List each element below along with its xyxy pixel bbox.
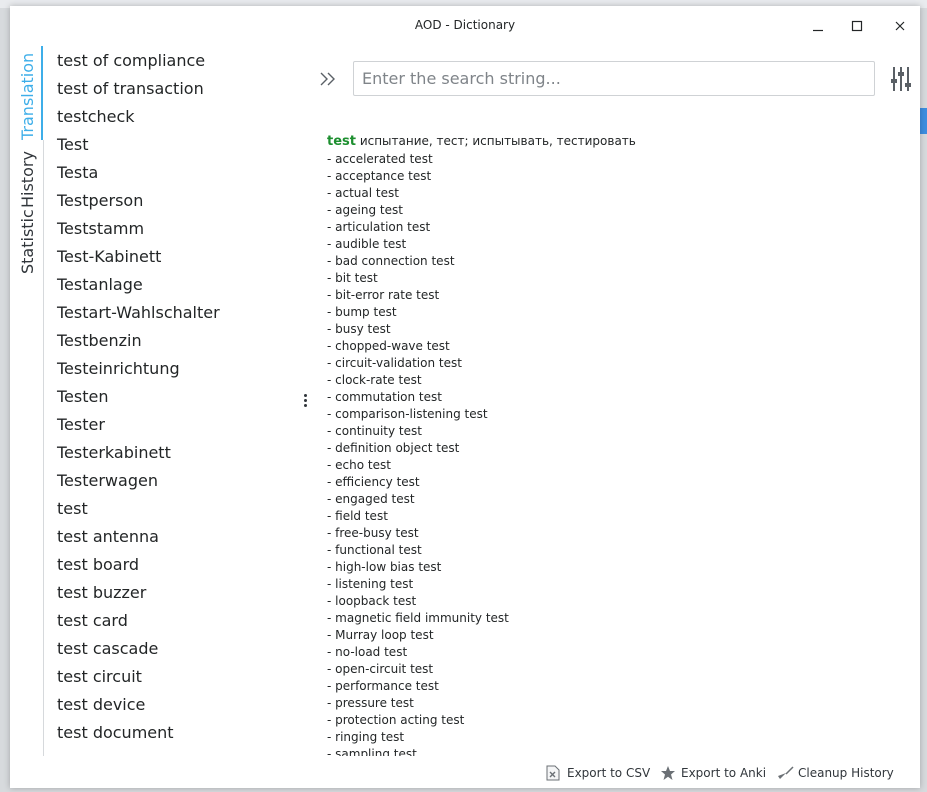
phrase-item: - continuity test: [327, 424, 422, 438]
word-list-item[interactable]: Test: [44, 131, 304, 159]
phrase-item: - commutation test: [327, 390, 442, 404]
entry-header: test испытание, тест; испытывать, тестир…: [327, 132, 907, 151]
phrase-item: - clock-rate test: [327, 373, 422, 387]
word-list-item[interactable]: Testart-Wahlschalter: [44, 299, 304, 327]
phrase-item: - efficiency test: [327, 475, 420, 489]
word-list-item[interactable]: testcheck: [44, 103, 304, 131]
phrase-item: - ringing test: [327, 730, 405, 744]
minimize-icon: [813, 29, 823, 32]
word-list-item[interactable]: test of transaction: [44, 75, 304, 103]
word-list-item[interactable]: Testbenzin: [44, 327, 304, 355]
dictionary-window: AOD - Dictionary Translation History Sta…: [10, 6, 920, 788]
word-list-item[interactable]: test of compliance: [44, 47, 304, 75]
settings-sliders-button[interactable]: [888, 64, 914, 94]
close-icon: [895, 21, 905, 31]
double-chevron-right-icon: [320, 72, 335, 86]
word-list-item[interactable]: Testen: [44, 383, 304, 411]
phrase-item: - articulation test: [327, 220, 431, 234]
active-tab-indicator: [41, 46, 43, 140]
phrase-item: - accelerated test: [327, 152, 433, 166]
word-list-item[interactable]: test board: [44, 551, 304, 579]
word-list-item[interactable]: Testperson: [44, 187, 304, 215]
cleanup-history-label: Cleanup History: [798, 766, 894, 780]
phrase-item: - high-low bias test: [327, 560, 442, 574]
word-list-item[interactable]: Test-Kabinett: [44, 243, 304, 271]
tab-statistic[interactable]: Statistic: [18, 209, 37, 274]
phrase-item: - circuit-validation test: [327, 356, 462, 370]
phrase-item: - performance test: [327, 679, 439, 693]
tab-translation[interactable]: Translation: [18, 53, 37, 140]
headword: test: [327, 134, 356, 149]
broom-icon: [778, 766, 794, 779]
phrase-item: - actual test: [327, 186, 399, 200]
phrase-item: - no-load test: [327, 645, 408, 659]
phrase-item: - field test: [327, 509, 388, 523]
background-accent: [920, 108, 927, 134]
splitter-handle[interactable]: [304, 394, 308, 410]
word-list-item[interactable]: test antenna: [44, 523, 304, 551]
maximize-button[interactable]: [845, 14, 869, 38]
export-anki-button[interactable]: Export to Anki: [660, 763, 770, 783]
phrase-item: - definition object test: [327, 441, 460, 455]
word-list-item[interactable]: Testanlage: [44, 271, 304, 299]
close-button[interactable]: [888, 14, 912, 38]
minimize-button[interactable]: [806, 14, 830, 38]
cleanup-history-button[interactable]: Cleanup History: [777, 763, 907, 783]
phrase-item: - engaged test: [327, 492, 415, 506]
phrase-item: - echo test: [327, 458, 391, 472]
word-list[interactable]: test of compliance test of transaction tes…: [44, 47, 304, 754]
phrase-item: - sampling test: [327, 747, 417, 756]
word-list-item[interactable]: test cascade: [44, 635, 304, 663]
phrase-item: - bit test: [327, 271, 378, 285]
phrase-item: - pressure test: [327, 696, 414, 710]
phrase-item: - ageing test: [327, 203, 403, 217]
phrase-item: - acceptance test: [327, 169, 432, 183]
word-list-item[interactable]: Teststamm: [44, 215, 304, 243]
sliders-icon: [891, 67, 911, 91]
window-title: AOD - Dictionary: [414, 18, 516, 32]
word-list-item[interactable]: Tester: [44, 411, 304, 439]
splitter-dot: [304, 404, 307, 407]
phrase-item: - listening test: [327, 577, 414, 591]
phrase-item: - bump test: [327, 305, 397, 319]
phrase-item: - loopback test: [327, 594, 417, 608]
phrase-list: - accelerated test - acceptance test - act…: [327, 151, 907, 756]
phrase-item: - comparison-listening test: [327, 407, 488, 421]
word-list-item[interactable]: Testerwagen: [44, 467, 304, 495]
search-input[interactable]: [353, 61, 875, 96]
phrase-item: - bad connection test: [327, 254, 455, 268]
export-csv-button[interactable]: Export to CSV: [546, 763, 650, 783]
phrase-item: - bit-error rate test: [327, 288, 440, 302]
phrase-item: - magnetic field immunity test: [327, 611, 509, 625]
phrase-item: - chopped-wave test: [327, 339, 450, 353]
headword-translation: испытание, тест; испытывать, тестировать: [359, 134, 636, 148]
phrase-item: - audible test: [327, 237, 407, 251]
word-list-item[interactable]: Testerkabinett: [44, 439, 304, 467]
phrase-item: - Murray loop test: [327, 628, 434, 642]
expand-icon[interactable]: [318, 68, 340, 90]
phrase-item: - open-circuit test: [327, 662, 434, 676]
splitter-dot: [304, 394, 307, 397]
word-list-item[interactable]: Testa: [44, 159, 304, 187]
phrase-item: - functional test: [327, 543, 422, 557]
word-list-item[interactable]: test circuit: [44, 663, 304, 691]
word-list-item[interactable]: test buzzer: [44, 579, 304, 607]
phrase-item: - free-busy test: [327, 526, 419, 540]
word-list-item[interactable]: Testeinrichtung: [44, 355, 304, 383]
export-csv-label: Export to CSV: [567, 766, 651, 780]
word-list-item[interactable]: test device: [44, 691, 304, 719]
titlebar[interactable]: AOD - Dictionary: [10, 6, 920, 46]
splitter-dot: [304, 399, 307, 402]
maximize-icon: [851, 20, 863, 32]
word-list-item[interactable]: test document: [44, 719, 304, 747]
tab-history[interactable]: History: [18, 151, 37, 208]
word-list-item[interactable]: test card: [44, 607, 304, 635]
export-anki-label: Export to Anki: [681, 766, 767, 780]
phrase-item: - busy test: [327, 322, 391, 336]
csv-file-icon: [546, 765, 560, 781]
word-list-item[interactable]: test: [44, 495, 304, 523]
phrase-item: - protection acting test: [327, 713, 465, 727]
translation-view[interactable]: test испытание, тест; испытывать, тестир…: [327, 132, 907, 756]
star-icon: [661, 766, 675, 780]
